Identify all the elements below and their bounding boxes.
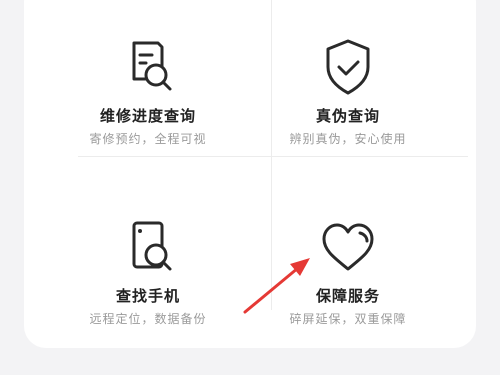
- service-title: 维修进度查询: [99, 107, 196, 125]
- service-subtitle: 寄修预约，全程可视: [89, 132, 207, 146]
- shield-check-icon: [326, 39, 370, 95]
- service-find-phone[interactable]: 查找手机 远程定位，数据备份: [38, 215, 258, 365]
- service-subtitle: 远程定位，数据备份: [89, 312, 207, 326]
- service-title: 保障服务: [315, 287, 380, 305]
- repair-progress-icon: [132, 41, 172, 91]
- service-title: 真伪查询: [315, 107, 380, 125]
- service-repair-progress[interactable]: 维修进度查询 寄修预约，全程可视: [38, 35, 258, 185]
- heart-icon: [322, 223, 374, 271]
- service-subtitle: 碎屏延保，双重保障: [289, 312, 407, 326]
- service-protection[interactable]: 保障服务 碎屏延保，双重保障: [238, 215, 458, 365]
- service-title: 查找手机: [115, 287, 180, 305]
- find-phone-icon: [132, 221, 172, 271]
- service-authenticity-check[interactable]: 真伪查询 辨别真伪，安心使用: [238, 35, 458, 185]
- service-subtitle: 辨别真伪，安心使用: [289, 132, 407, 146]
